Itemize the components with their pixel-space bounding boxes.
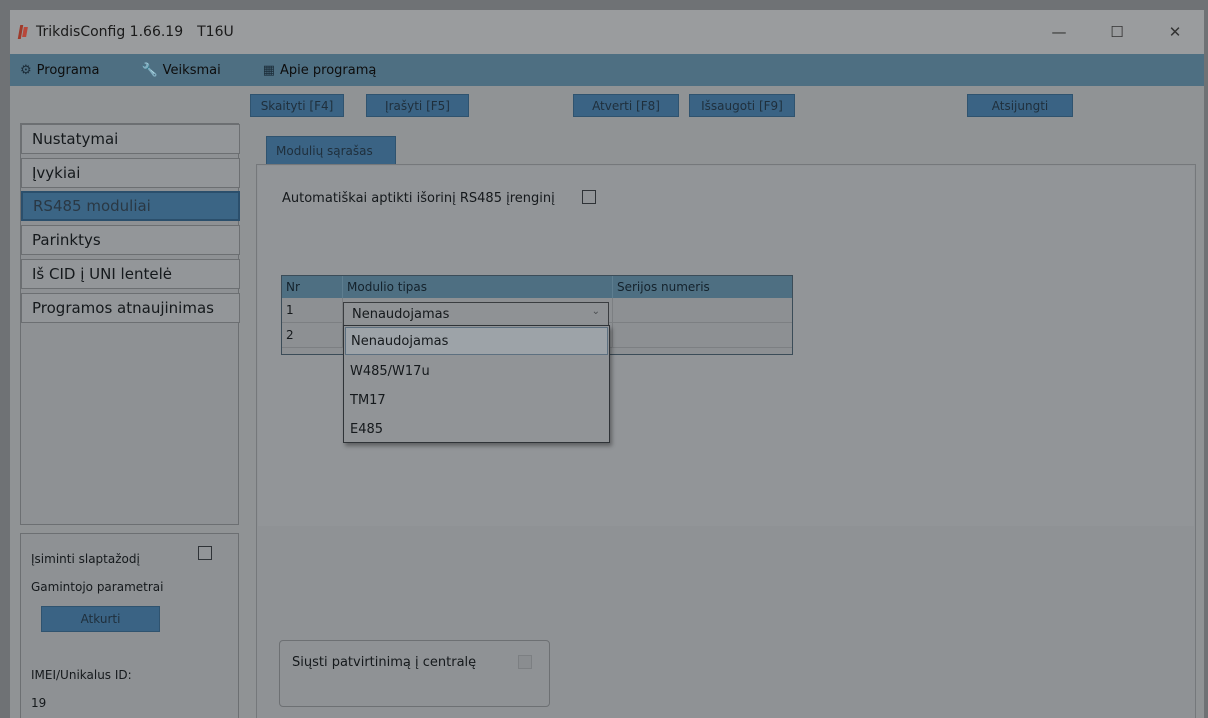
tab-moduliu-sarasas[interactable]: Modulių sąrašas bbox=[266, 136, 396, 164]
app-window: TrikdisConfig 1.66.19 T16U — ☐ ✕ ⚙ Progr… bbox=[10, 10, 1204, 718]
menu-bar: ⚙ Programa 🔧 Veiksmai ▦ Apie programą bbox=[10, 54, 1204, 86]
open-button[interactable]: Atverti [F8] bbox=[573, 94, 679, 117]
sidebar-item-cid-uni[interactable]: Iš CID į UNI lentelė bbox=[21, 259, 240, 289]
auto-detect-label: Automatiškai aptikti išorinį RS485 įreng… bbox=[282, 191, 555, 206]
menu-veiksmai[interactable]: 🔧 Veiksmai bbox=[135, 54, 226, 86]
trikdis-logo-icon bbox=[18, 25, 28, 39]
send-confirmation-group: Siųsti patvirtinimą į centralę bbox=[279, 640, 550, 707]
menu-programa-label: Programa bbox=[36, 62, 100, 78]
sidebar-item-atnaujinimas[interactable]: Programos atnaujinimas bbox=[21, 293, 240, 323]
imei-value: 19 bbox=[31, 696, 47, 710]
module-type-dropdown: Nenaudojamas W485/W17u TM17 E485 bbox=[343, 325, 610, 443]
menu-apie-programa[interactable]: ▦ Apie programą bbox=[257, 54, 383, 86]
gear-icon: ⚙ bbox=[20, 62, 32, 78]
combobox-selected-value: Nenaudojamas bbox=[352, 307, 450, 322]
maximize-button[interactable]: ☐ bbox=[1088, 10, 1146, 54]
send-confirmation-checkbox[interactable] bbox=[518, 655, 532, 669]
row-nr: 2 bbox=[282, 323, 343, 348]
sidebar-nav: Nustatymai Įvykiai RS485 moduliai Parink… bbox=[20, 123, 240, 525]
factory-params-label: Gamintojo parametrai bbox=[31, 580, 164, 594]
save-button[interactable]: Išsaugoti [F9] bbox=[689, 94, 795, 117]
column-header-type[interactable]: Modulio tipas bbox=[343, 276, 613, 298]
sidebar-item-ivykiai[interactable]: Įvykiai bbox=[21, 158, 240, 188]
wrench-icon: 🔧 bbox=[141, 62, 158, 78]
dropdown-option-w485[interactable]: W485/W17u bbox=[345, 357, 608, 385]
title-bar: TrikdisConfig 1.66.19 T16U — ☐ ✕ bbox=[10, 10, 1204, 54]
dropdown-option-e485[interactable]: E485 bbox=[345, 415, 608, 443]
imei-label: IMEI/Unikalus ID: bbox=[31, 668, 132, 682]
column-header-serial[interactable]: Serijos numeris bbox=[613, 276, 792, 298]
chevron-down-icon[interactable]: ⌄ bbox=[592, 306, 600, 317]
restore-button[interactable]: Atkurti bbox=[41, 606, 160, 632]
row-serial[interactable] bbox=[613, 323, 792, 348]
minimize-button[interactable]: — bbox=[1030, 10, 1088, 54]
sidebar-item-parinktys[interactable]: Parinktys bbox=[21, 225, 240, 255]
dropdown-option-tm17[interactable]: TM17 bbox=[345, 386, 608, 414]
remember-password-checkbox[interactable] bbox=[198, 546, 212, 560]
send-confirmation-label: Siųsti patvirtinimą į centralę bbox=[292, 655, 477, 670]
disconnect-button[interactable]: Atsijungti bbox=[967, 94, 1073, 117]
close-button[interactable]: ✕ bbox=[1146, 10, 1204, 54]
remember-password-label: Įsiminti slaptažodį bbox=[31, 552, 140, 566]
menu-programa[interactable]: ⚙ Programa bbox=[14, 54, 105, 86]
row-serial[interactable] bbox=[613, 298, 792, 323]
sidebar-bottom-panel: Įsiminti slaptažodį Gamintojo parametrai… bbox=[20, 533, 239, 718]
sidebar-item-rs485[interactable]: RS485 moduliai bbox=[21, 191, 240, 221]
read-button[interactable]: Skaityti [F4] bbox=[250, 94, 344, 117]
dropdown-option-nenaudojamas[interactable]: Nenaudojamas bbox=[345, 327, 608, 355]
sidebar-item-nustatymai[interactable]: Nustatymai bbox=[21, 124, 240, 154]
auto-detect-checkbox[interactable] bbox=[582, 190, 596, 204]
write-button[interactable]: Įrašyti [F5] bbox=[366, 94, 469, 117]
row-nr: 1 bbox=[282, 298, 343, 323]
window-title: TrikdisConfig 1.66.19 bbox=[36, 24, 184, 40]
module-type-combobox[interactable]: Nenaudojamas ⌄ bbox=[343, 302, 609, 327]
menu-veiksmai-label: Veiksmai bbox=[162, 62, 221, 78]
menu-apie-label: Apie programą bbox=[280, 62, 377, 78]
column-header-nr[interactable]: Nr bbox=[282, 276, 343, 298]
book-icon: ▦ bbox=[262, 62, 276, 78]
device-name: T16U bbox=[197, 24, 234, 40]
